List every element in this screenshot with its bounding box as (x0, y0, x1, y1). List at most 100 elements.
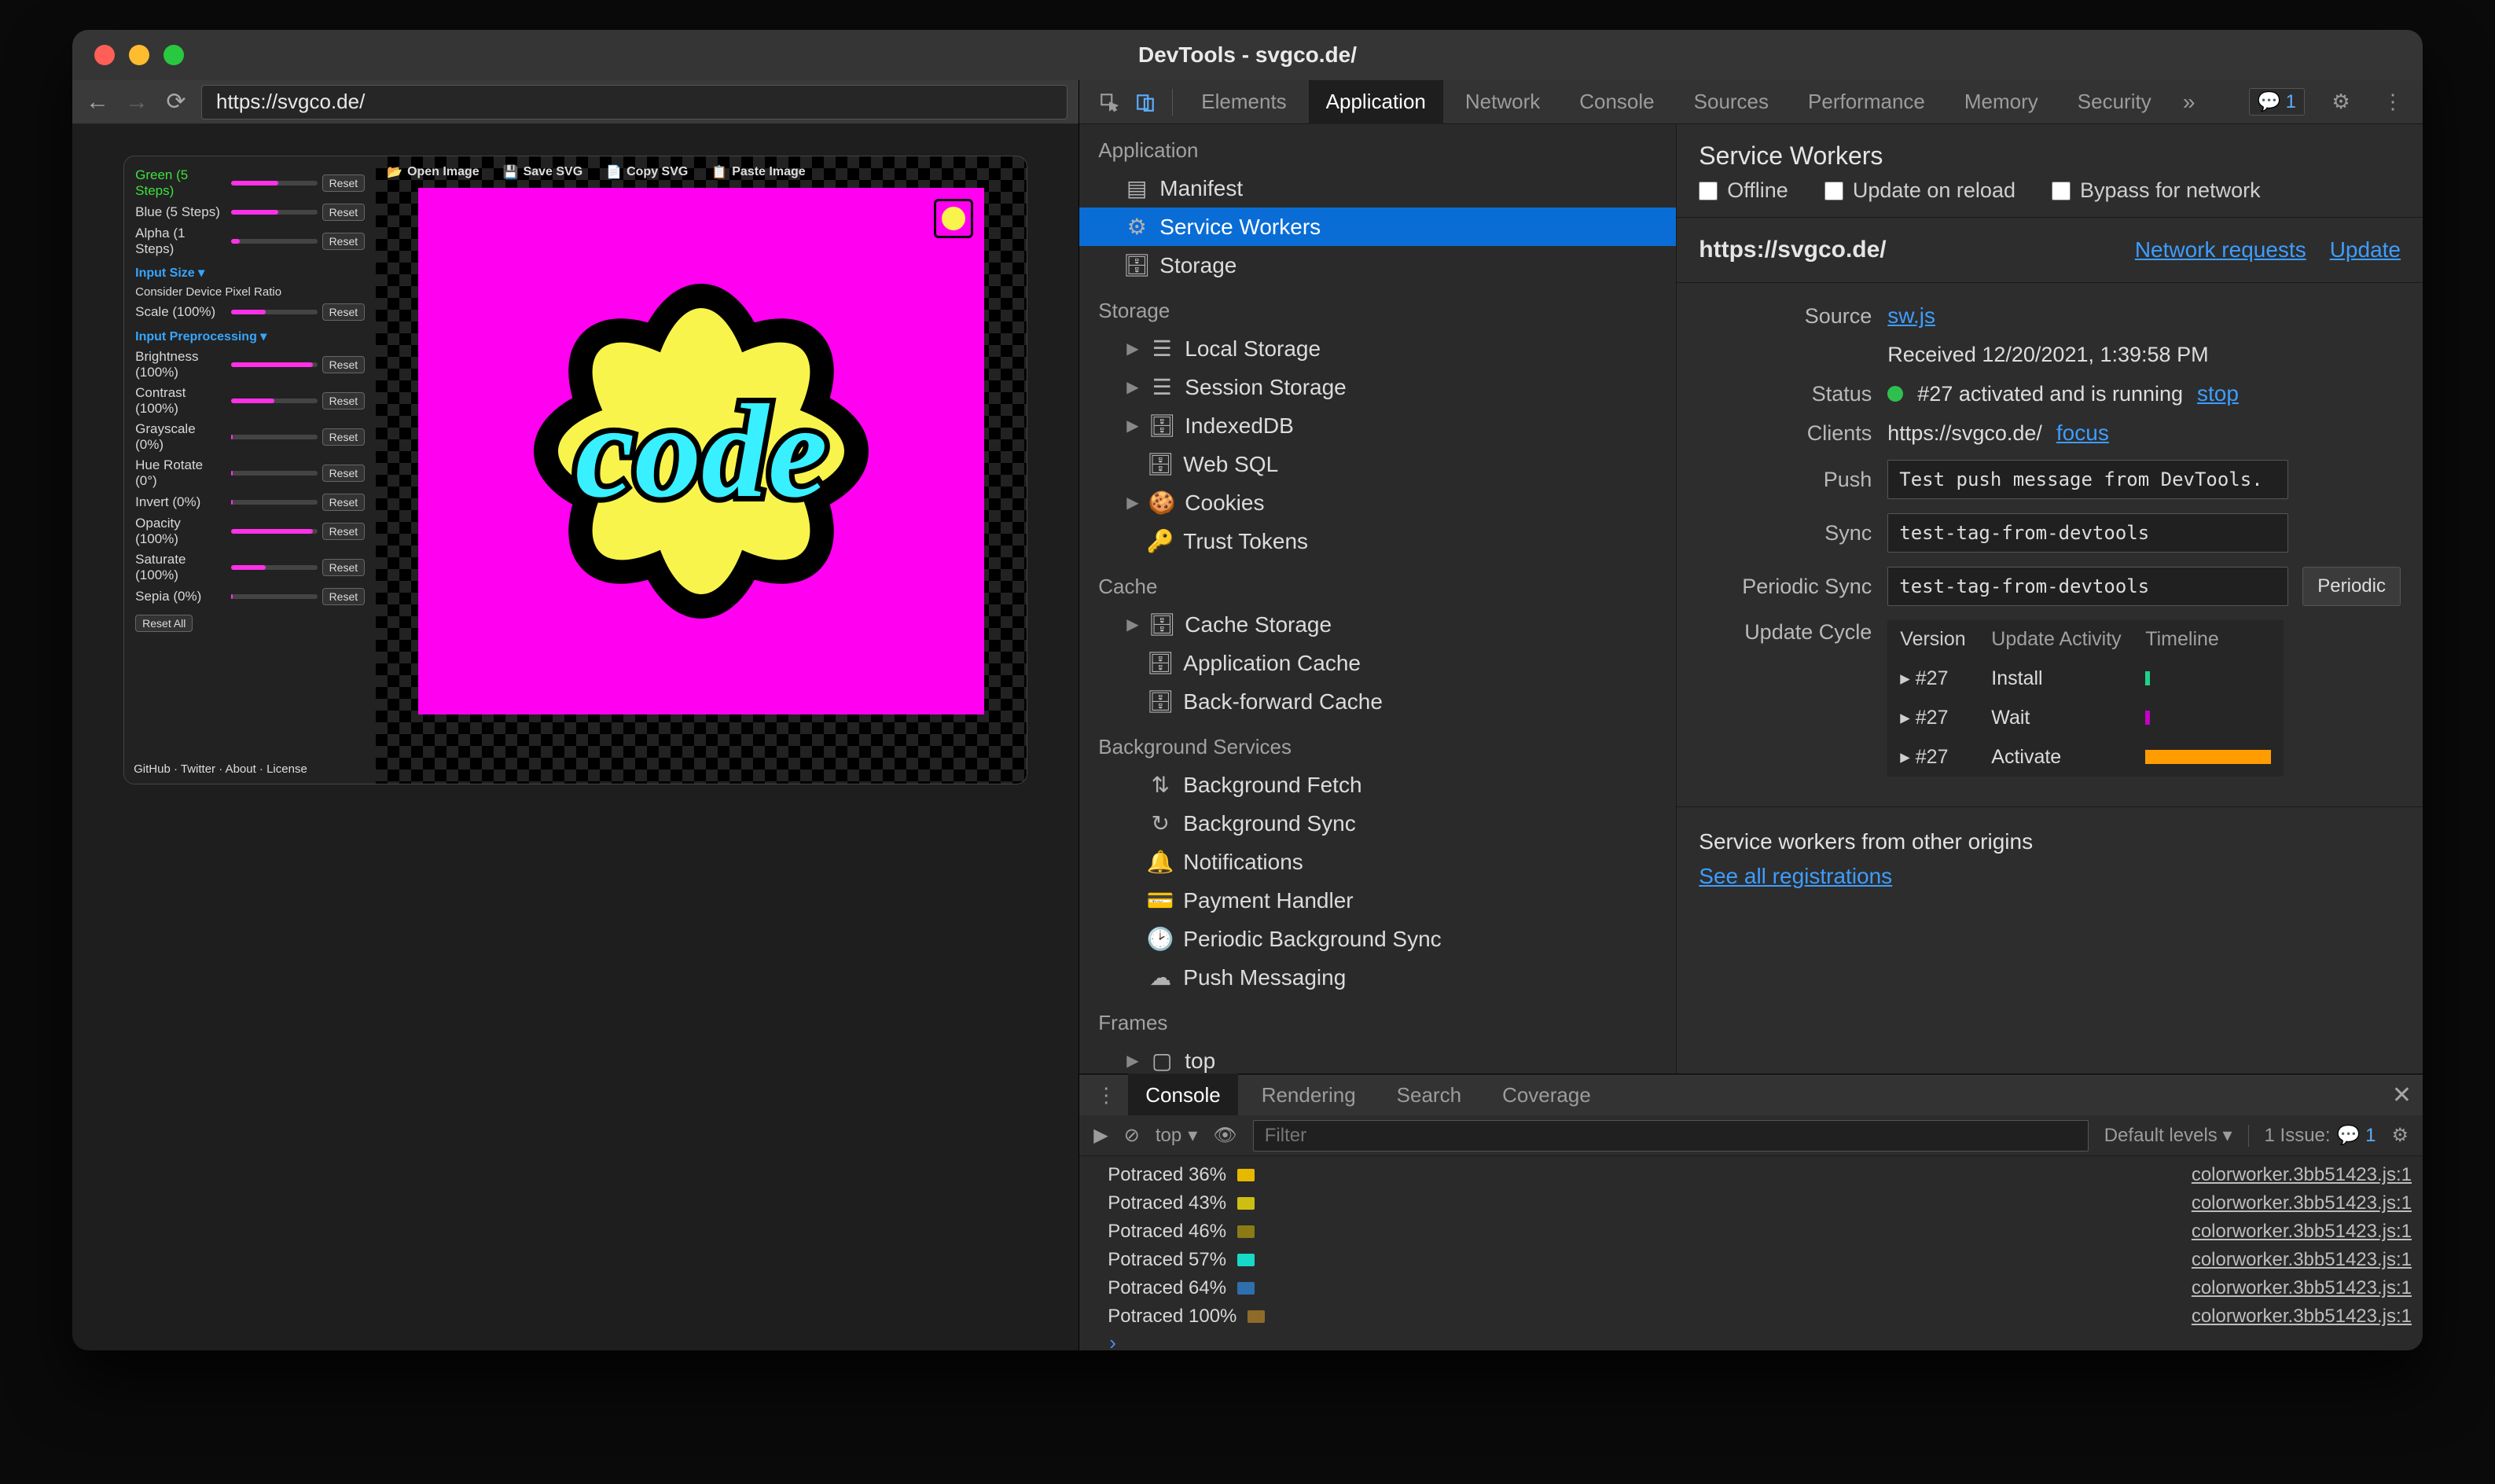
tree-bg-fetch[interactable]: ⇅Background Fetch (1079, 766, 1676, 804)
log-source-link[interactable]: colorworker.3bb51423.js:1 (2192, 1164, 2412, 1186)
reset-button[interactable]: Reset (322, 523, 366, 540)
tree-storage[interactable]: 🗄Storage (1079, 246, 1676, 285)
eye-icon[interactable]: 👁 (1213, 1124, 1236, 1147)
clear-console-icon[interactable]: ⊘ (1124, 1124, 1140, 1147)
paste-image-button[interactable]: 📋 Paste Image (711, 164, 805, 180)
log-source-link[interactable]: colorworker.3bb51423.js:1 (2192, 1192, 2412, 1214)
reload-icon[interactable]: ⟳ (162, 88, 190, 116)
tree-websql[interactable]: 🗄Web SQL (1079, 445, 1676, 483)
drawer-tab-search[interactable]: Search (1380, 1074, 1479, 1117)
tree-cache-storage[interactable]: ▶🗄Cache Storage (1079, 605, 1676, 644)
reset-button[interactable]: Reset (322, 494, 366, 511)
open-image-button[interactable]: 📂 Open Image (387, 164, 480, 180)
sync-input[interactable] (1887, 513, 2288, 553)
url-input[interactable] (201, 85, 1067, 119)
see-all-registrations-link[interactable]: See all registrations (1699, 864, 1892, 888)
cookie-icon: 🍪 (1152, 490, 1172, 516)
tab-security[interactable]: Security (2060, 80, 2169, 124)
tab-application[interactable]: Application (1309, 80, 1443, 124)
log-source-link[interactable]: colorworker.3bb51423.js:1 (2192, 1306, 2412, 1328)
tree-payment-handler[interactable]: 💳Payment Handler (1079, 881, 1676, 920)
network-requests-link[interactable]: Network requests (2135, 237, 2306, 263)
gear-icon[interactable]: ⚙ (2391, 1124, 2409, 1147)
reset-button[interactable]: Reset (322, 356, 366, 373)
drawer-tab-console[interactable]: Console (1128, 1074, 1237, 1117)
tree-service-workers[interactable]: ⚙Service Workers (1079, 208, 1676, 246)
tree-indexeddb[interactable]: ▶🗄IndexedDB (1079, 406, 1676, 445)
drawer-tab-coverage[interactable]: Coverage (1485, 1074, 1608, 1117)
chk-update-on-reload[interactable]: Update on reload (1824, 178, 2015, 203)
tab-memory[interactable]: Memory (1947, 80, 2056, 124)
tree-local-storage[interactable]: ▶☰Local Storage (1079, 329, 1676, 368)
play-icon[interactable]: ▶ (1093, 1124, 1108, 1147)
reset-button[interactable]: Reset (322, 174, 366, 192)
checkbox-label[interactable]: Consider Device Pixel Ratio (135, 285, 365, 299)
drawer-tab-rendering[interactable]: Rendering (1244, 1074, 1373, 1117)
tab-console[interactable]: Console (1562, 80, 1671, 124)
periodic-button[interactable]: Periodic (2302, 567, 2401, 606)
copy-svg-button[interactable]: 📄 Copy SVG (606, 164, 688, 180)
issues-counter[interactable]: 1 Issue: 💬 1 (2265, 1124, 2376, 1147)
footer-links[interactable]: GitHub · Twitter · About · License (134, 762, 307, 776)
log-source-link[interactable]: colorworker.3bb51423.js:1 (2192, 1277, 2412, 1299)
inspect-icon[interactable] (1093, 86, 1125, 118)
tree-bg-sync[interactable]: ↻Background Sync (1079, 804, 1676, 843)
focus-link[interactable]: focus (2056, 421, 2109, 446)
kebab-icon[interactable]: ⋮ (1090, 1079, 1122, 1111)
reset-button[interactable]: Reset (322, 588, 366, 605)
more-tabs-icon[interactable]: » (2173, 86, 2205, 118)
tree-frame-top[interactable]: ▶▢top (1079, 1041, 1676, 1074)
reset-button[interactable]: Reset (322, 204, 366, 221)
issues-badge[interactable]: 💬 1 (2249, 88, 2305, 116)
label-clients: Clients (1699, 421, 1872, 446)
save-svg-button[interactable]: 💾 Save SVG (503, 164, 583, 180)
reset-button[interactable]: Reset (322, 303, 366, 321)
filter-input[interactable] (1253, 1120, 2089, 1152)
periodic-input[interactable] (1887, 567, 2288, 606)
cycle-row[interactable]: ▸ #27Install (1887, 659, 2284, 698)
back-icon[interactable]: ← (83, 88, 112, 116)
tree-session-storage[interactable]: ▶☰Session Storage (1079, 368, 1676, 406)
reset-button[interactable]: Reset (322, 233, 366, 250)
section-header[interactable]: Input Size ▾ (135, 265, 365, 281)
reset-button[interactable]: Reset (322, 465, 366, 482)
tree-trust-tokens[interactable]: 🔑Trust Tokens (1079, 522, 1676, 560)
tab-elements[interactable]: Elements (1184, 80, 1303, 124)
console-prompt[interactable]: › (1108, 1331, 2412, 1350)
log-source-link[interactable]: colorworker.3bb51423.js:1 (2192, 1249, 2412, 1271)
tab-sources[interactable]: Sources (1677, 80, 1786, 124)
device-toggle-icon[interactable] (1130, 86, 1161, 118)
section-header[interactable]: Input Preprocessing ▾ (135, 329, 365, 344)
tree-push-messaging[interactable]: ☁Push Messaging (1079, 958, 1676, 997)
stop-link[interactable]: stop (2197, 381, 2239, 406)
reset-button[interactable]: Reset (322, 428, 366, 446)
chk-offline[interactable]: Offline (1699, 178, 1788, 203)
tree-notifications[interactable]: 🔔Notifications (1079, 843, 1676, 881)
kebab-icon[interactable]: ⋮ (2377, 86, 2409, 118)
tree-cookies[interactable]: ▶🍪Cookies (1079, 483, 1676, 522)
tree-app-cache[interactable]: 🗄Application Cache (1079, 644, 1676, 682)
tree-bf-cache[interactable]: 🗄Back-forward Cache (1079, 682, 1676, 721)
log-source-link[interactable]: colorworker.3bb51423.js:1 (2192, 1221, 2412, 1243)
slider-label: Brightness (100%) (135, 349, 226, 380)
gear-icon[interactable]: ⚙ (2325, 86, 2357, 118)
tab-network[interactable]: Network (1448, 80, 1557, 124)
tree-periodic-sync[interactable]: 🕑Periodic Background Sync (1079, 920, 1676, 958)
cycle-row[interactable]: ▸ #27Wait (1887, 698, 2284, 737)
reset-all-button[interactable]: Reset All (135, 615, 193, 632)
context-selector[interactable]: top ▾ (1156, 1124, 1197, 1147)
update-link[interactable]: Update (2330, 237, 2401, 263)
reset-button[interactable]: Reset (322, 559, 366, 576)
close-drawer-icon[interactable]: ✕ (2392, 1082, 2412, 1109)
slider-label: Hue Rotate (0°) (135, 457, 226, 489)
tree-manifest[interactable]: ▤Manifest (1079, 169, 1676, 208)
forward-icon[interactable]: → (123, 88, 151, 116)
levels-selector[interactable]: Default levels ▾ (2104, 1124, 2232, 1147)
reset-button[interactable]: Reset (322, 392, 366, 410)
sw-source-link[interactable]: sw.js (1887, 303, 1935, 329)
chk-bypass[interactable]: Bypass for network (2052, 178, 2261, 203)
cycle-row[interactable]: ▸ #27Activate (1887, 737, 2284, 777)
tab-performance[interactable]: Performance (1791, 80, 1942, 124)
db-icon: 🗄 (1152, 413, 1172, 439)
push-input[interactable] (1887, 460, 2288, 499)
